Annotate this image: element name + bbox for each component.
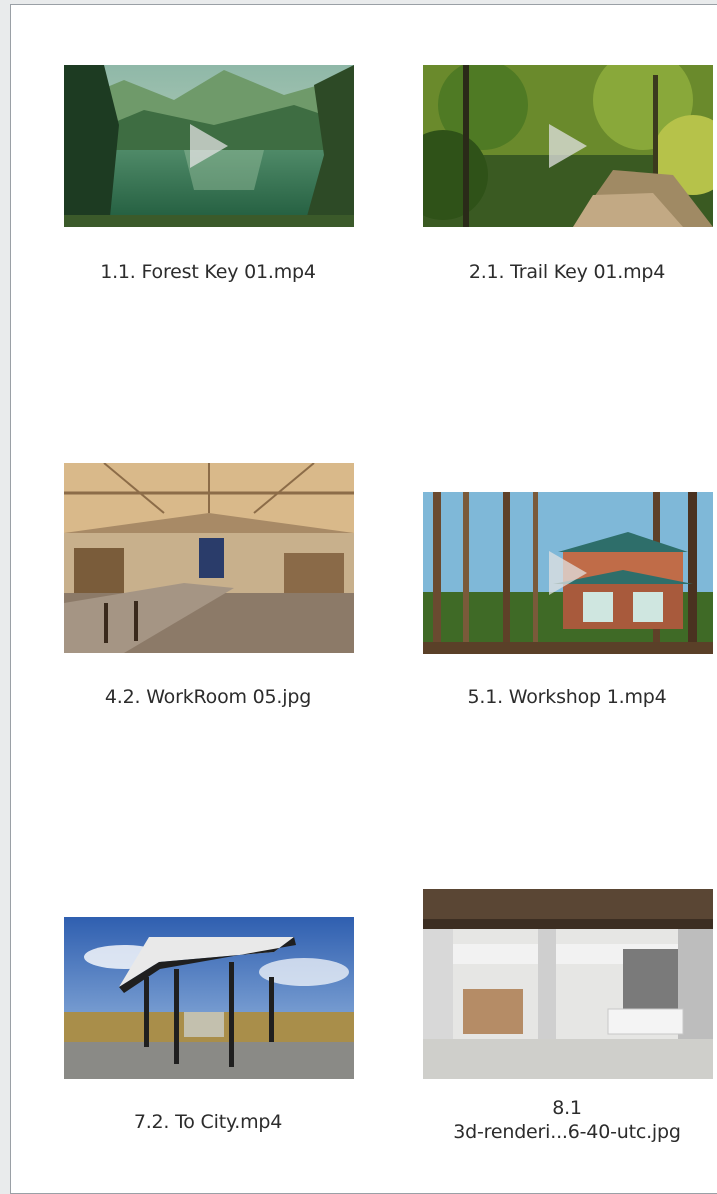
bus-stop-video-thumbnail-icon[interactable] bbox=[64, 917, 354, 1079]
workshop-video-thumbnail-icon[interactable] bbox=[423, 492, 713, 654]
file-name-line-1: 8.1 bbox=[552, 1097, 582, 1119]
play-icon bbox=[190, 124, 228, 168]
file-name: 2.1. Trail Key 01.mp4 bbox=[468, 261, 666, 283]
file-name: 7.2. To City.mp4 bbox=[133, 1111, 283, 1133]
lake-video-thumbnail-icon[interactable] bbox=[64, 65, 354, 227]
workroom-image-thumbnail-icon[interactable] bbox=[64, 463, 354, 653]
play-icon bbox=[549, 124, 587, 168]
file-name: 5.1. Workshop 1.mp4 bbox=[467, 686, 667, 708]
play-icon bbox=[549, 551, 587, 595]
interior-render-image-thumbnail-icon[interactable] bbox=[423, 889, 713, 1079]
file-grid-panel: 1.1. Forest Key 01.mp4 2.1. Trail Key 01… bbox=[10, 4, 717, 1194]
file-name-line-2: 3d-renderi...6-40-utc.jpg bbox=[453, 1121, 681, 1143]
file-name: 1.1. Forest Key 01.mp4 bbox=[100, 261, 316, 283]
trail-video-thumbnail-icon[interactable] bbox=[423, 65, 713, 227]
file-name: 4.2. WorkRoom 05.jpg bbox=[104, 686, 312, 708]
